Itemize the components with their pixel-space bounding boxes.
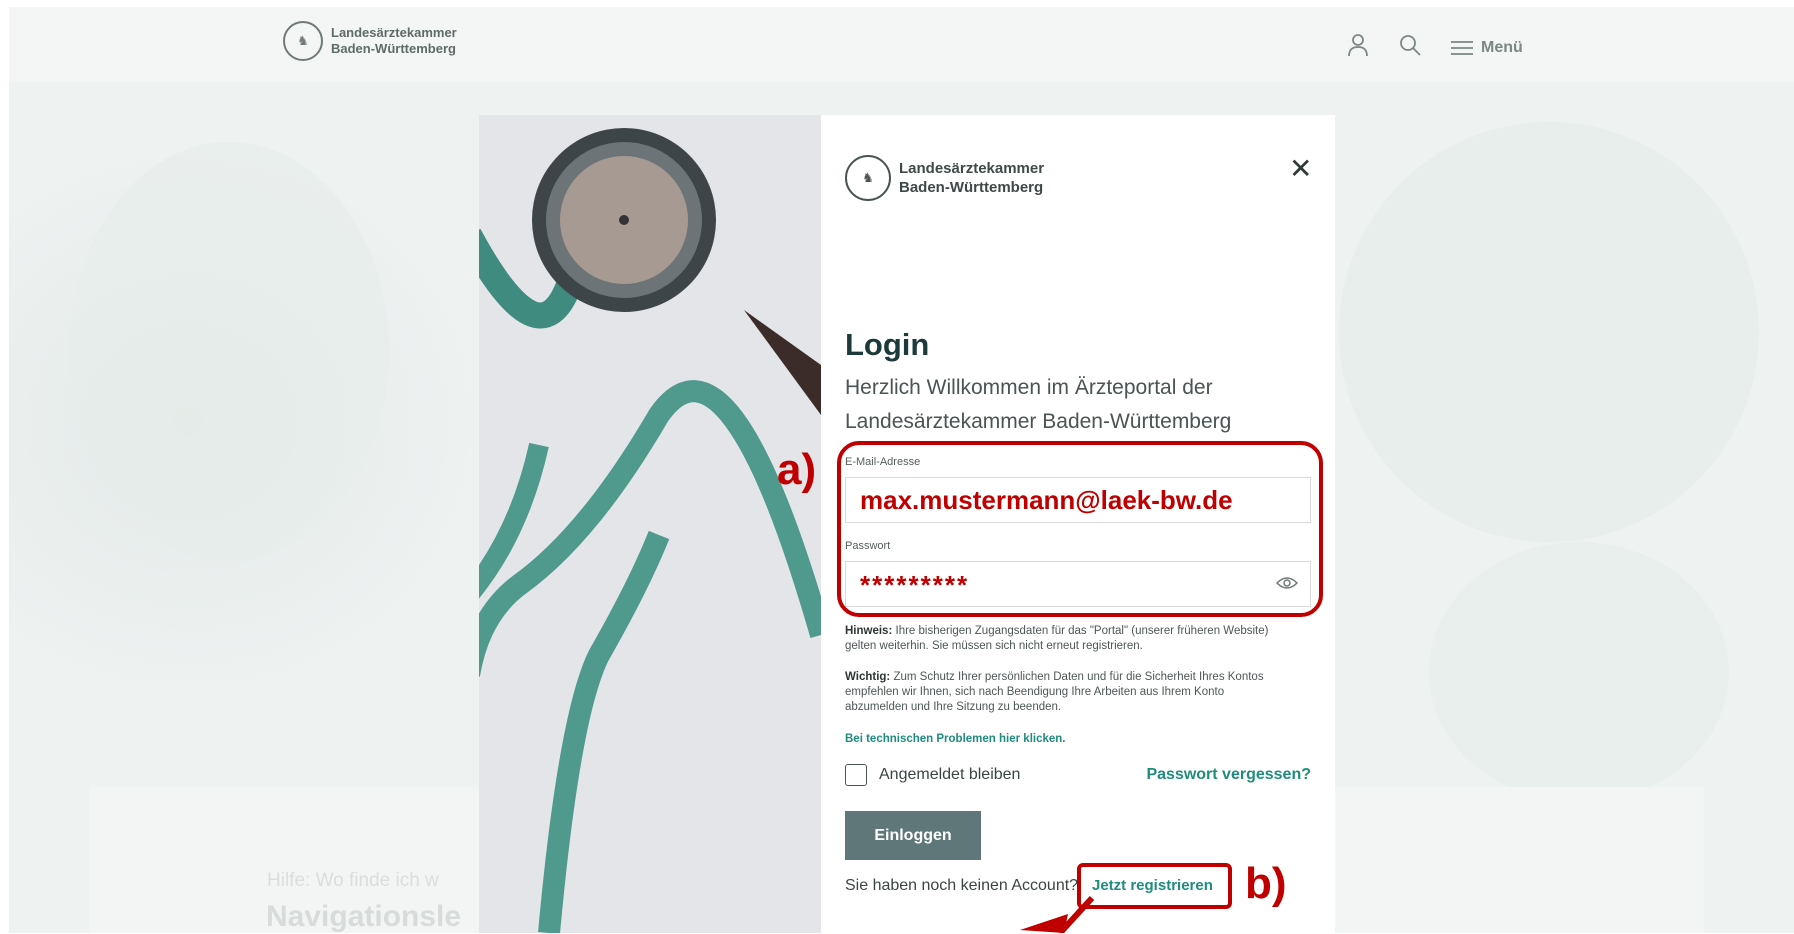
hamburger-icon bbox=[1451, 40, 1473, 55]
important-text: Zum Schutz Ihrer persönlichen Daten und … bbox=[845, 671, 1264, 713]
remember-label: Angemeldet bleiben bbox=[879, 766, 1021, 783]
site-header: ♞ Landesärztekammer Baden-Württemberg Me… bbox=[9, 7, 1794, 82]
logo-line-2: Baden-Württemberg bbox=[331, 41, 456, 56]
background-help-text: Hilfe: Wo finde ich w bbox=[267, 870, 439, 891]
search-icon[interactable] bbox=[1399, 34, 1421, 61]
welcome-text: Herzlich Willkommen im Ärzteportal der L… bbox=[845, 376, 1232, 433]
important-label: Wichtig: bbox=[845, 671, 891, 683]
login-button[interactable]: Einloggen bbox=[845, 811, 981, 860]
remember-me[interactable]: Angemeldet bleiben bbox=[845, 764, 1020, 786]
user-icon[interactable] bbox=[1347, 33, 1369, 62]
annotation-label-a: a) bbox=[777, 445, 817, 494]
background-nav-heading: Navigationsle bbox=[266, 900, 462, 933]
coat-of-arms-icon: ♞ bbox=[283, 21, 323, 61]
close-icon[interactable]: ✕ bbox=[1289, 155, 1312, 183]
menu-button[interactable]: Menü bbox=[1451, 39, 1523, 57]
annotation-arrow-icon bbox=[1020, 896, 1095, 933]
hint-text: Ihre bisherigen Zugangsdaten für das "Po… bbox=[845, 625, 1269, 652]
remember-checkbox[interactable] bbox=[845, 764, 867, 786]
coat-of-arms-icon: ♞ bbox=[845, 155, 891, 201]
annotation-box-a bbox=[837, 441, 1323, 617]
annotation-box-b bbox=[1077, 863, 1232, 909]
stethoscope-image bbox=[479, 115, 821, 933]
login-title: Login bbox=[845, 327, 930, 362]
dialog-logo-line-2: Baden-Württemberg bbox=[899, 179, 1044, 196]
no-account-text: Sie haben noch keinen Account? bbox=[845, 877, 1079, 894]
annotation-label-b: b) bbox=[1245, 859, 1287, 908]
important-note: Wichtig: Zum Schutz Ihrer persönlichen D… bbox=[845, 670, 1285, 715]
menu-label: Menü bbox=[1481, 38, 1523, 56]
hint-note: Hinweis: Ihre bisherigen Zugangsdaten fü… bbox=[845, 624, 1285, 654]
site-logo[interactable]: ♞ Landesärztekammer Baden-Württemberg bbox=[283, 21, 457, 61]
dialog-logo: ♞ Landesärztekammer Baden-Württemberg bbox=[845, 155, 1044, 201]
tech-problems-link[interactable]: Bei technischen Problemen hier klicken. bbox=[845, 733, 1066, 745]
logo-line-1: Landesärztekammer bbox=[331, 25, 457, 40]
hint-label: Hinweis: bbox=[845, 625, 893, 637]
forgot-password-link[interactable]: Passwort vergessen? bbox=[1146, 766, 1311, 784]
dialog-logo-line-1: Landesärztekammer bbox=[899, 160, 1045, 177]
